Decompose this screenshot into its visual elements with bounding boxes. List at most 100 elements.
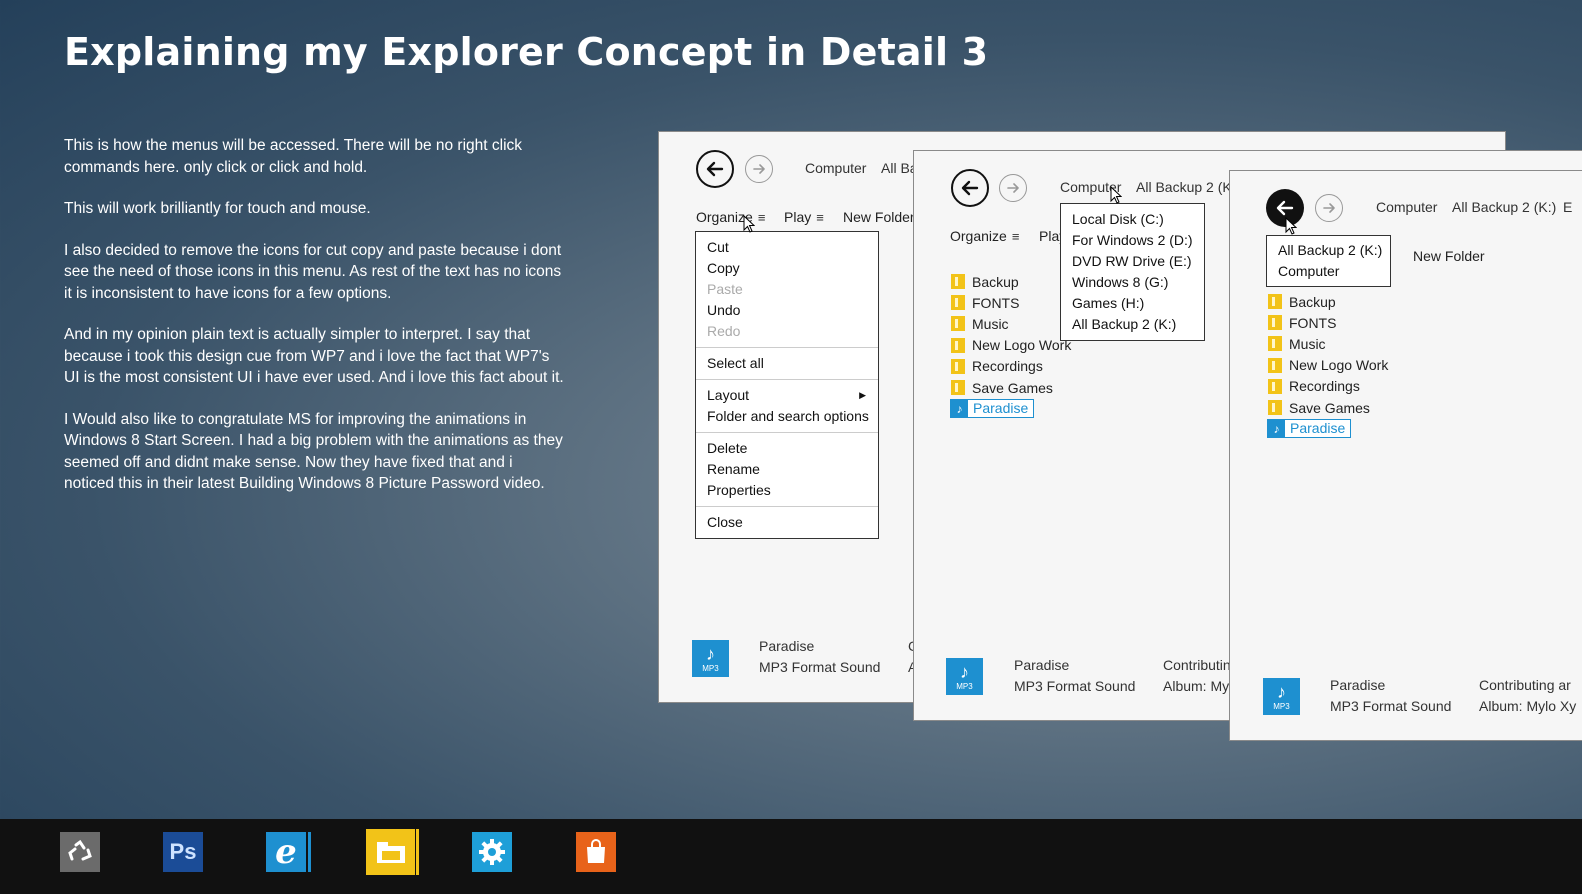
menu-separator	[696, 379, 878, 380]
folder-item[interactable]: Backup	[951, 271, 1071, 292]
mp3-file-icon: ♪ MP3	[1263, 678, 1300, 715]
menu-item-folder-options[interactable]: Folder and search options	[696, 406, 878, 427]
breadcrumb-drive[interactable]: All Backup 2 (K:)	[1136, 179, 1240, 195]
menu-separator	[696, 347, 878, 348]
paragraph: This is how the menus will be accessed. …	[64, 137, 523, 176]
recycle-bin-button[interactable]	[60, 832, 100, 872]
organize-label: Organize	[950, 228, 1007, 244]
drive-item-h[interactable]: Games (H:)	[1061, 293, 1204, 314]
folder-item[interactable]: Save Games	[951, 377, 1071, 398]
menu-item-properties[interactable]: Properties	[696, 480, 878, 501]
running-indicator	[308, 832, 311, 872]
menu-separator	[696, 506, 878, 507]
music-note-icon: ♪	[951, 400, 968, 418]
paragraph: And in my opinion plain text is actually…	[64, 326, 564, 386]
breadcrumb-computer[interactable]: Computer	[805, 160, 866, 176]
mp3-file-icon: ♪ MP3	[946, 658, 983, 695]
folder-icon	[1268, 294, 1282, 310]
arrow-left-icon	[1276, 200, 1294, 216]
folder-icon	[1268, 400, 1282, 416]
menu-item-rename[interactable]: Rename	[696, 459, 878, 480]
menu-item-undo[interactable]: Undo	[696, 300, 878, 321]
history-item-drive[interactable]: All Backup 2 (K:)	[1267, 240, 1390, 261]
settings-gear-icon	[479, 839, 505, 865]
menu-item-close[interactable]: Close	[696, 512, 878, 533]
mouse-cursor-icon	[743, 215, 755, 233]
running-indicator	[416, 829, 419, 875]
mp3-file-icon: ♪ MP3	[692, 640, 729, 677]
music-note-icon: ♪	[1268, 420, 1285, 438]
file-explorer-button[interactable]	[366, 829, 415, 875]
details-file-type: MP3 Format Sound	[1014, 678, 1136, 694]
drive-item-e[interactable]: DVD RW Drive (E:)	[1061, 251, 1204, 272]
folder-item[interactable]: FONTS	[951, 292, 1071, 313]
drive-item-g[interactable]: Windows 8 (G:)	[1061, 272, 1204, 293]
drive-item-d[interactable]: For Windows 2 (D:)	[1061, 230, 1204, 251]
back-button[interactable]	[696, 150, 734, 188]
menu-item-copy[interactable]: Copy	[696, 258, 878, 279]
folder-icon	[951, 274, 965, 290]
details-contributing: Contributin	[1163, 657, 1231, 673]
folder-icon	[1268, 315, 1282, 331]
drive-item-k[interactable]: All Backup 2 (K:)	[1061, 314, 1204, 335]
description-text: This is how the menus will be accessed. …	[64, 135, 564, 515]
details-album: Album: Mylo Xy	[1479, 698, 1577, 714]
breadcrumb-drive[interactable]: All Backup 2 (K:)	[1452, 199, 1556, 215]
photoshop-button[interactable]: Ps	[163, 832, 203, 872]
store-button[interactable]	[576, 832, 616, 872]
hamburger-icon: ≡	[816, 210, 824, 225]
breadcrumb-next[interactable]: E	[1563, 199, 1572, 215]
play-menu-button[interactable]: Play ≡	[784, 209, 824, 225]
hamburger-icon: ≡	[757, 210, 766, 225]
back-button[interactable]	[951, 169, 989, 207]
new-folder-button[interactable]: New Folder	[1413, 248, 1485, 264]
folder-icon	[951, 380, 965, 396]
menu-item-delete[interactable]: Delete	[696, 438, 878, 459]
folder-icon	[1268, 357, 1282, 373]
folder-item[interactable]: Recordings	[951, 356, 1071, 377]
submenu-arrow-icon: ▶	[859, 390, 866, 400]
drives-dropdown: Local Disk (C:) For Windows 2 (D:) DVD R…	[1060, 203, 1205, 341]
folder-list: Backup FONTS Music New Logo Work Recordi…	[1266, 291, 1388, 439]
paragraph: This will work brilliantly for touch and…	[64, 200, 371, 217]
folder-item[interactable]: Save Games	[1268, 397, 1388, 418]
organize-menu-button[interactable]: Organize ≡	[950, 228, 1019, 244]
menu-separator	[696, 432, 878, 433]
internet-explorer-button[interactable]: e	[266, 832, 306, 872]
settings-button[interactable]	[472, 832, 512, 872]
folder-item[interactable]: Music	[951, 313, 1071, 334]
mouse-cursor-icon	[1110, 186, 1122, 204]
drive-item-c[interactable]: Local Disk (C:)	[1061, 209, 1204, 230]
breadcrumb-computer[interactable]: Computer	[1376, 199, 1437, 215]
paragraph: I also decided to remove the icons for c…	[64, 241, 562, 302]
menu-item-cut[interactable]: Cut	[696, 237, 878, 258]
menu-item-select-all[interactable]: Select all	[696, 353, 878, 374]
arrow-right-icon	[1007, 183, 1019, 193]
recycle-bin-icon	[68, 839, 92, 861]
file-item-selected[interactable]: ♪ Paradise	[949, 398, 1071, 419]
menu-item-paste: Paste	[707, 281, 743, 297]
taskbar: Ps e	[0, 819, 1582, 894]
folder-item[interactable]: FONTS	[1268, 312, 1388, 333]
forward-button[interactable]	[745, 155, 773, 183]
page-title: Explaining my Explorer Concept in Detail…	[64, 30, 989, 74]
folder-icon	[1268, 336, 1282, 352]
new-folder-button[interactable]: New Folder	[843, 209, 915, 225]
paragraph: I Would also like to congratulate MS for…	[64, 410, 563, 493]
arrow-right-icon	[753, 164, 765, 174]
history-dropdown: All Backup 2 (K:) Computer	[1266, 235, 1391, 287]
folder-item[interactable]: Recordings	[1268, 376, 1388, 397]
arrow-left-icon	[706, 161, 724, 177]
history-item-computer[interactable]: Computer	[1267, 261, 1390, 282]
photoshop-icon: Ps	[169, 839, 197, 864]
folder-item[interactable]: New Logo Work	[1268, 355, 1388, 376]
forward-button[interactable]	[999, 174, 1027, 202]
folder-item[interactable]: Backup	[1268, 291, 1388, 312]
forward-button[interactable]	[1315, 194, 1343, 222]
menu-item-layout[interactable]: Layout ▶	[696, 385, 878, 406]
file-item-selected[interactable]: ♪ Paradise	[1266, 418, 1388, 439]
folder-item[interactable]: New Logo Work	[951, 335, 1071, 356]
hamburger-icon: ≡	[1011, 229, 1020, 244]
store-bag-icon	[587, 839, 605, 863]
folder-item[interactable]: Music	[1268, 333, 1388, 354]
